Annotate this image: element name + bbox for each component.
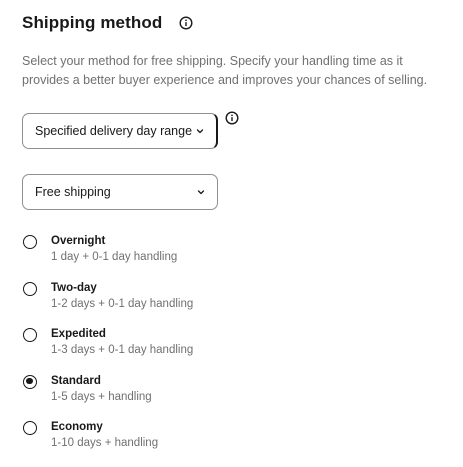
option-text: Standard 1-5 days + handling [51, 374, 152, 405]
shipping-option-expedited[interactable]: Expedited 1-3 days + 0-1 day handling [22, 327, 442, 374]
shipping-method-section: Shipping method Select your method for f… [22, 12, 442, 467]
option-name: Two-day [51, 281, 97, 294]
info-icon[interactable] [179, 16, 193, 30]
delivery-range-info-icon[interactable] [225, 110, 239, 125]
shipping-option-standard[interactable]: Standard 1-5 days + handling [22, 374, 442, 421]
radio-two-day[interactable] [23, 281, 37, 296]
option-name: Expedited [51, 328, 106, 340]
option-text: Expedited 1-3 days + 0-1 day handling [51, 327, 193, 358]
section-header: Shipping method [22, 12, 442, 34]
option-detail: 1-10 days + handling [51, 437, 159, 449]
shipping-type-select[interactable]: Free shipping [22, 174, 218, 210]
section-title: Shipping method [22, 13, 163, 32]
option-detail: 1-3 days + 0-1 day handling [51, 344, 194, 356]
radio-expedited[interactable] [23, 328, 37, 342]
radio-standard[interactable] [23, 374, 37, 389]
chevron-down-icon [195, 126, 205, 136]
shipping-option-economy[interactable]: Economy 1-10 days + handling [22, 420, 442, 467]
option-name: Economy [51, 421, 103, 433]
option-text: Economy 1-10 days + handling [51, 420, 158, 451]
shipping-option-overnight[interactable]: Overnight 1 day + 0-1 day handling [22, 234, 442, 281]
shipping-type-value: Free shipping [35, 185, 111, 199]
radio-economy[interactable] [23, 421, 37, 435]
delivery-range-row: Specified delivery day range [22, 90, 442, 149]
shipping-options-list: Overnight 1 day + 0-1 day handling Two-d… [22, 234, 442, 467]
option-detail: 1-2 days + 0-1 day handling [51, 297, 194, 310]
option-detail: 1-5 days + handling [51, 390, 152, 403]
chevron-down-icon [196, 187, 206, 197]
option-name: Standard [51, 374, 101, 387]
radio-overnight[interactable] [23, 235, 37, 249]
shipping-option-two-day[interactable]: Two-day 1-2 days + 0-1 day handling [22, 281, 442, 328]
delivery-range-value: Specified delivery day range [35, 124, 193, 138]
option-detail: 1 day + 0-1 day handling [51, 251, 178, 263]
section-description: Select your method for free shipping. Sp… [22, 54, 428, 87]
option-name: Overnight [51, 235, 106, 247]
option-text: Overnight 1 day + 0-1 day handling [51, 234, 177, 265]
delivery-range-select[interactable]: Specified delivery day range [22, 113, 218, 149]
option-text: Two-day 1-2 days + 0-1 day handling [51, 281, 193, 312]
